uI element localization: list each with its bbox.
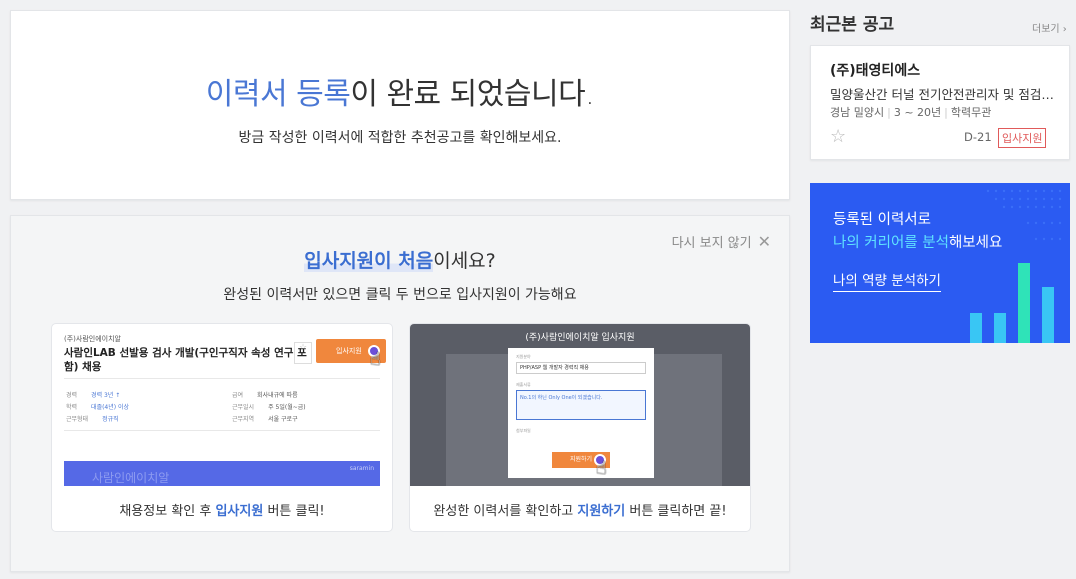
banner-line2-rest: 해보세요 — [948, 235, 1003, 251]
guide-headline-highlight: 입사지원이 처음 — [304, 250, 434, 272]
job-experience: 3 ~ 20년 — [893, 106, 942, 119]
demo-job-title: 사람인LAB 선발용 검사 개발(구인구직자 속성 연구 포함) 채용 — [64, 347, 307, 373]
job-dday: D-21 — [964, 130, 992, 144]
step1-caption: 채용정보 확인 후 입사지원 버튼 클릭! — [52, 500, 392, 519]
demo-select: PHP/ASP 웹 개발자 경력직 채용 — [516, 362, 646, 374]
completion-title-highlight: 이력서 등록 — [205, 77, 351, 112]
demo-row: 근무지역 서울 구로구 — [232, 416, 298, 423]
caption-text: 채용정보 확인 후 — [119, 504, 216, 519]
demo-label: 첨부파일 — [516, 428, 531, 433]
demo-resume-box: No.1의 하닌 Only One이 되겠습니다. — [516, 390, 646, 420]
first-apply-guide: 다시 보지 않기 ✕ 입사지원이 처음이세요? 완성된 이력서만 있으면 클릭 … — [10, 215, 790, 572]
guide-headline-rest: 이세요? — [433, 250, 496, 272]
caption-highlight: 지원하기 — [577, 504, 626, 519]
job-company[interactable]: (주)태영티에스 — [830, 60, 920, 80]
caption-text: 완성한 이력서를 확인하고 — [433, 504, 578, 519]
job-meta: 경남 밀양시 | 3 ~ 20년 | 학력무관 — [830, 104, 991, 120]
demo-row: 근무일시 주 5일(월~금) — [232, 404, 306, 411]
demo-banner-brand: saramin — [349, 465, 374, 472]
divider — [64, 378, 380, 379]
recent-job-card[interactable]: (주)태영티에스 밀양울산간 터널 전기안전관리자 및 점검원 채용 경남 밀양… — [810, 45, 1070, 160]
chevron-right-icon: › — [1062, 24, 1067, 35]
step2-screenshot: (주)사람인에이치알 입사지원 지원분야 PHP/ASP 웹 개발자 경력직 채… — [410, 324, 750, 486]
completion-title: 이력서 등록이 완료 되었습니다. — [11, 69, 789, 113]
step2-demo-card: (주)사람인에이치알 입사지원 지원분야 PHP/ASP 웹 개발자 경력직 채… — [409, 323, 751, 532]
more-label: 더보기 — [1032, 24, 1060, 35]
analyze-link[interactable]: 나의 역량 분석하기 — [833, 269, 941, 292]
hand-cursor-icon: ☝ — [370, 349, 381, 370]
step1-demo-card: (주)사람인에이치알 사람인LAB 선발용 검사 개발(구인구직자 속성 연구 … — [51, 323, 393, 532]
caption-highlight: 입사지원 — [215, 504, 264, 519]
career-analysis-banner[interactable]: 등록된 이력서로 나의 커리어를 분석해보세요 나의 역량 분석하기 — [810, 183, 1070, 343]
demo-banner-text: 사람인에이치알 — [92, 471, 170, 485]
demo-modal: 지원분야 PHP/ASP 웹 개발자 경력직 채용 제출서류 No.1의 하닌 … — [508, 348, 654, 479]
caption-text: 버튼 클릭! — [263, 504, 325, 519]
hand-cursor-icon: ☝ — [596, 458, 607, 479]
recent-jobs-title: 최근본 공고 — [810, 15, 895, 35]
banner-graphic — [970, 189, 1062, 343]
step2-caption: 완성한 이력서를 확인하고 지원하기 버튼 클릭하면 끝! — [410, 500, 750, 519]
demo-row: 경력 경력 3년 ↑ — [66, 392, 121, 399]
demo-label: 지원분야 — [516, 354, 531, 359]
demo-label: 제출서류 — [516, 382, 531, 387]
guide-headline: 입사지원이 처음이세요? — [11, 246, 789, 273]
job-title[interactable]: 밀양울산간 터널 전기안전관리자 및 점검원 채용 — [830, 84, 1055, 103]
banner-line1: 등록된 이력서로 — [833, 212, 931, 228]
more-link[interactable]: 더보기 › — [1032, 20, 1067, 35]
apply-button[interactable]: 입사지원 — [998, 128, 1047, 148]
completion-title-rest: 이 완료 되었습니다. — [350, 77, 595, 112]
caption-text: 버튼 클릭하면 끝! — [625, 504, 727, 519]
demo-star-icon: ☆ — [294, 342, 312, 364]
job-location: 경남 밀양시 — [830, 106, 885, 119]
demo-modal-header: (주)사람인에이치알 입사지원 — [525, 333, 635, 343]
divider — [64, 430, 380, 431]
banner-highlight: 나의 커리어를 분석 — [833, 235, 949, 251]
guide-description: 완성된 이력서만 있으면 클릭 두 번으로 입사지원이 가능해요 — [223, 287, 577, 303]
separator: | — [944, 106, 948, 119]
step1-screenshot: (주)사람인에이치알 사람인LAB 선발용 검사 개발(구인구직자 속성 연구 … — [52, 324, 392, 486]
demo-company: (주)사람인에이치알 — [64, 335, 121, 343]
job-education: 학력무관 — [950, 106, 992, 119]
demo-row: 근무형태 정규직 — [66, 416, 119, 423]
banner-line2: 나의 커리어를 분석해보세요 — [833, 231, 1002, 252]
resume-complete-card: 이력서 등록이 완료 되었습니다. 방금 작성한 이력서에 적합한 추천공고를 … — [10, 10, 790, 200]
completion-subtitle: 방금 작성한 이력서에 적합한 추천공고를 확인해보세요. — [238, 130, 562, 146]
demo-row: 학력 대졸(4년) 이상 — [66, 404, 130, 411]
star-icon[interactable]: ☆ — [830, 126, 846, 147]
separator: | — [887, 106, 891, 119]
demo-banner: 사람인에이치알 saramin — [64, 461, 380, 486]
demo-row: 급여 회사내규에 따름 — [232, 392, 298, 399]
